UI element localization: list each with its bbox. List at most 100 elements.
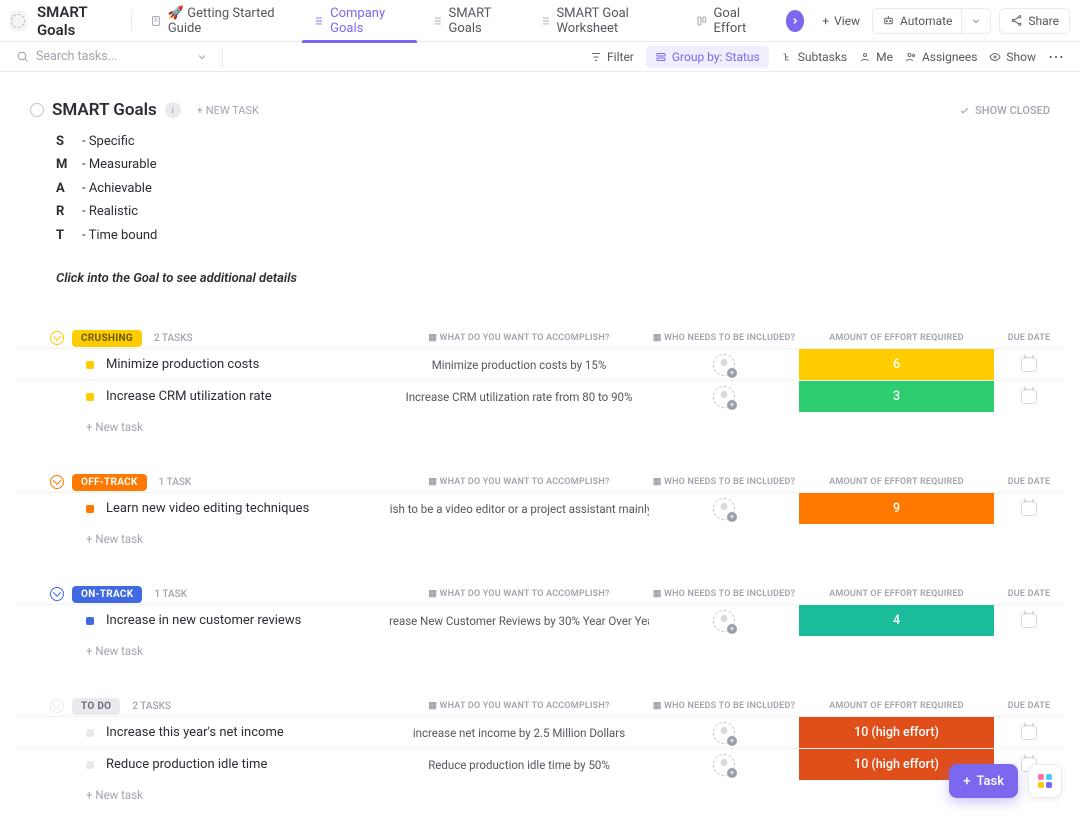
groupby-button[interactable]: Group by: Status [646, 46, 769, 68]
task-row[interactable]: Reduce production idle time Reduce produ… [16, 748, 1064, 780]
group-toggle[interactable] [50, 475, 64, 489]
col-accomplish[interactable]: ▦ WHAT DO YOU WANT TO ACCOMPLISH? [389, 701, 649, 711]
more-menu[interactable]: ⋯ [1048, 47, 1064, 66]
group-toggle[interactable] [50, 331, 64, 345]
col-accomplish[interactable]: ▦ WHAT DO YOU WANT TO ACCOMPLISH? [389, 589, 649, 599]
task-name[interactable]: Increase CRM utilization rate [106, 389, 366, 404]
info-icon[interactable]: i [165, 102, 181, 118]
filter-button[interactable]: Filter [590, 50, 634, 64]
add-view-button[interactable]: + View [814, 9, 868, 33]
cell-effort[interactable]: 3 [799, 381, 994, 412]
cell-due[interactable] [994, 493, 1064, 524]
tab-smart-goals[interactable]: SMART Goals [421, 0, 525, 42]
task-name[interactable]: Reduce production idle time [106, 757, 366, 772]
task-status-icon[interactable] [86, 729, 94, 737]
share-button[interactable]: Share [999, 8, 1070, 34]
cell-who[interactable] [649, 749, 799, 780]
status-pill[interactable]: CRUSHING [72, 330, 142, 347]
task-status-icon[interactable] [86, 761, 94, 769]
new-task-row[interactable]: + New task [16, 780, 1064, 802]
task-row[interactable]: Minimize production costs Minimize produ… [16, 348, 1064, 380]
task-status-icon[interactable] [86, 617, 94, 625]
search-chevron-icon[interactable] [196, 51, 208, 63]
col-accomplish[interactable]: ▦ WHAT DO YOU WANT TO ACCOMPLISH? [389, 477, 649, 487]
new-task-row[interactable]: + New task [16, 524, 1064, 546]
group-toggle[interactable] [50, 699, 64, 713]
tab-smart-worksheet[interactable]: SMART Goal Worksheet [529, 0, 682, 42]
cell-accomplish[interactable]: I wish to be a video editor or a project… [389, 493, 649, 524]
col-due[interactable]: DUE DATE [994, 701, 1064, 711]
cell-due[interactable] [994, 349, 1064, 380]
cell-accomplish[interactable]: increase net income by 2.5 Million Dolla… [389, 717, 649, 748]
cell-who[interactable] [649, 349, 799, 380]
status-pill[interactable]: ON-TRACK [72, 586, 142, 603]
cell-accomplish[interactable]: Increase New Customer Reviews by 30% Yea… [389, 605, 649, 636]
workspace-icon[interactable] [10, 11, 27, 31]
assignee-add-icon[interactable] [713, 386, 735, 408]
task-name[interactable]: Learn new video editing techniques [106, 501, 366, 516]
assignee-add-icon[interactable] [713, 610, 735, 632]
group-toggle[interactable] [50, 587, 64, 601]
task-name[interactable]: Minimize production costs [106, 357, 366, 372]
col-who[interactable]: ▦ WHO NEEDS TO BE INCLUDED? [649, 701, 799, 711]
cell-due[interactable] [994, 605, 1064, 636]
cell-effort[interactable]: 10 (high effort) [799, 717, 994, 748]
col-who[interactable]: ▦ WHO NEEDS TO BE INCLUDED? [649, 589, 799, 599]
task-status-icon[interactable] [86, 505, 94, 513]
new-task-fab[interactable]: + Task [949, 764, 1018, 798]
me-button[interactable]: Me [859, 50, 893, 64]
cell-accomplish[interactable]: Reduce production idle time by 50% [389, 749, 649, 780]
cell-effort[interactable]: 6 [799, 349, 994, 380]
task-name[interactable]: Increase in new customer reviews [106, 613, 366, 628]
status-pill[interactable]: TO DO [72, 698, 120, 715]
tab-goal-effort[interactable]: Goal Effort [686, 0, 776, 42]
cell-accomplish[interactable]: Increase CRM utilization rate from 80 to… [389, 381, 649, 412]
cell-who[interactable] [649, 493, 799, 524]
col-accomplish[interactable]: ▦ WHAT DO YOU WANT TO ACCOMPLISH? [389, 333, 649, 343]
col-due[interactable]: DUE DATE [994, 477, 1064, 487]
assignee-add-icon[interactable] [713, 354, 735, 376]
assignees-button[interactable]: Assignees [905, 50, 977, 64]
tab-company-goals[interactable]: Company Goals [302, 0, 416, 42]
col-effort[interactable]: AMOUNT OF EFFORT REQUIRED [799, 477, 994, 487]
automate-dropdown[interactable] [962, 11, 990, 31]
task-row[interactable]: Increase in new customer reviews Increas… [16, 604, 1064, 636]
col-effort[interactable]: AMOUNT OF EFFORT REQUIRED [799, 589, 994, 599]
assignee-add-icon[interactable] [713, 498, 735, 520]
col-effort[interactable]: AMOUNT OF EFFORT REQUIRED [799, 333, 994, 343]
cell-who[interactable] [649, 381, 799, 412]
cell-due[interactable] [994, 381, 1064, 412]
search-input[interactable]: Search tasks... [16, 49, 186, 64]
cell-accomplish[interactable]: Minimize production costs by 15% [389, 349, 649, 380]
show-closed-button[interactable]: SHOW CLOSED [959, 104, 1050, 117]
list-status-icon[interactable] [30, 103, 44, 117]
col-due[interactable]: DUE DATE [994, 333, 1064, 343]
task-status-icon[interactable] [86, 393, 94, 401]
col-effort[interactable]: AMOUNT OF EFFORT REQUIRED [799, 701, 994, 711]
new-task-row[interactable]: + New task [16, 636, 1064, 658]
new-task-inline[interactable]: + NEW TASK [197, 104, 259, 117]
tab-getting-started[interactable]: 🚀 Getting Started Guide [140, 0, 298, 42]
task-row[interactable]: Learn new video editing techniques I wis… [16, 492, 1064, 524]
cell-due[interactable] [994, 717, 1064, 748]
cell-who[interactable] [649, 605, 799, 636]
apps-fab[interactable] [1028, 764, 1062, 798]
assignee-add-icon[interactable] [713, 754, 735, 776]
task-name[interactable]: Increase this year's net income [106, 725, 366, 740]
status-pill[interactable]: OFF-TRACK [72, 474, 147, 491]
automate-button[interactable]: Automate [873, 9, 962, 33]
col-due[interactable]: DUE DATE [994, 589, 1064, 599]
col-who[interactable]: ▦ WHO NEEDS TO BE INCLUDED? [649, 333, 799, 343]
task-row[interactable]: Increase CRM utilization rate Increase C… [16, 380, 1064, 412]
subtasks-button[interactable]: Subtasks [781, 50, 847, 64]
tabs-overflow-button[interactable] [786, 10, 805, 32]
cell-effort[interactable]: 4 [799, 605, 994, 636]
col-who[interactable]: ▦ WHO NEEDS TO BE INCLUDED? [649, 477, 799, 487]
new-task-row[interactable]: + New task [16, 412, 1064, 434]
cell-who[interactable] [649, 717, 799, 748]
task-status-icon[interactable] [86, 361, 94, 369]
task-row[interactable]: Increase this year's net income increase… [16, 716, 1064, 748]
cell-effort[interactable]: 9 [799, 493, 994, 524]
assignee-add-icon[interactable] [713, 722, 735, 744]
show-button[interactable]: Show [989, 50, 1036, 64]
